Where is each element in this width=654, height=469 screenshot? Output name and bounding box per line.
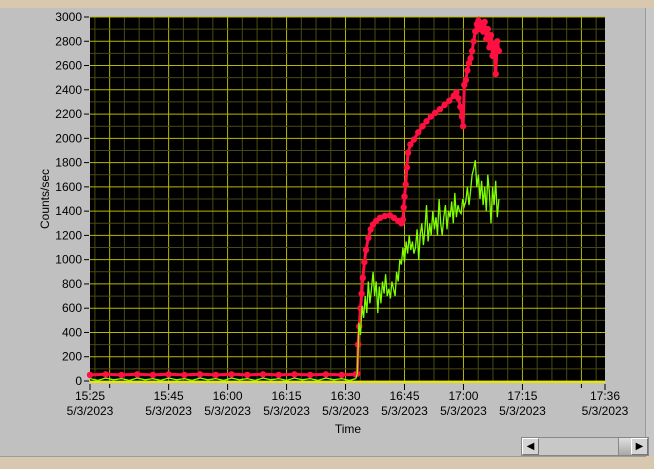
y-tick-label: 1600 xyxy=(55,180,82,194)
y-tick-label: 2800 xyxy=(55,34,82,48)
data-point-red xyxy=(399,216,407,223)
data-point-red xyxy=(446,97,453,104)
x-tick-date: 5/3/2023 xyxy=(582,404,629,418)
data-point-red xyxy=(453,89,460,96)
x-tick-date: 5/3/2023 xyxy=(381,404,428,418)
data-point-red xyxy=(322,371,330,378)
data-point-red xyxy=(484,25,492,33)
x-tick-time: 16:00 xyxy=(213,389,243,403)
data-point-red xyxy=(455,95,462,102)
data-point-red xyxy=(181,371,188,379)
y-tick-label: 2400 xyxy=(55,83,82,97)
x-tick-time: 16:45 xyxy=(389,389,419,403)
y-tick-label: 1400 xyxy=(55,204,82,218)
data-point-red xyxy=(481,18,488,26)
y-tick-label: 200 xyxy=(62,350,82,364)
data-point-red xyxy=(212,371,220,379)
x-axis-label: Time xyxy=(335,422,362,436)
data-point-red xyxy=(196,371,204,378)
data-point-red xyxy=(228,371,235,378)
x-tick-time: 16:30 xyxy=(331,389,361,403)
data-point-red xyxy=(423,118,430,125)
data-point-red xyxy=(359,274,367,282)
arrow-left-icon[interactable]: ◀ xyxy=(522,438,539,455)
data-point-red xyxy=(468,47,476,55)
y-tick-label: 3000 xyxy=(55,10,82,24)
y-tick-label: 600 xyxy=(62,301,82,315)
data-point-red xyxy=(492,70,499,78)
x-tick-time: 16:15 xyxy=(272,389,302,403)
data-point-red xyxy=(306,371,314,379)
data-point-red xyxy=(358,290,365,297)
data-point-red xyxy=(338,371,345,379)
data-point-red xyxy=(361,258,368,266)
x-tick-date: 5/3/2023 xyxy=(204,404,251,418)
data-point-red xyxy=(365,234,372,242)
data-point-red xyxy=(244,371,251,379)
data-point-red xyxy=(118,371,125,379)
y-tick-label: 2600 xyxy=(55,59,82,73)
y-tick-label: 1200 xyxy=(55,228,82,242)
data-point-red xyxy=(400,204,407,211)
data-point-red xyxy=(86,371,94,379)
data-point-red xyxy=(467,55,474,62)
data-point-red xyxy=(470,38,477,45)
data-point-red xyxy=(415,129,422,136)
x-tick-time: 15:45 xyxy=(154,389,184,403)
data-point-red xyxy=(494,38,501,45)
x-tick-date: 5/3/2023 xyxy=(145,404,192,418)
data-point-red xyxy=(102,371,109,378)
x-tick-date: 5/3/2023 xyxy=(440,404,487,418)
data-point-red xyxy=(410,136,418,143)
y-tick-label: 2200 xyxy=(55,107,82,121)
data-point-red xyxy=(165,371,172,378)
data-point-red xyxy=(487,32,495,39)
data-point-red xyxy=(149,371,157,379)
y-tick-label: 1800 xyxy=(55,156,82,170)
x-tick-time: 17:15 xyxy=(507,389,537,403)
data-point-red xyxy=(404,149,412,157)
data-point-red xyxy=(462,76,470,84)
waveform-chart: 0 200 400 600 800 1000 1200 1400 1600 1800 2000 220… xyxy=(38,10,629,436)
data-point-red xyxy=(259,371,267,378)
x-tick-date: 5/3/2023 xyxy=(499,404,546,418)
x-tick-date: 5/3/2023 xyxy=(322,404,369,418)
x-scrollbar[interactable]: ◀ ▶ xyxy=(521,437,649,456)
data-point-red xyxy=(458,113,466,120)
data-point-red xyxy=(489,52,496,60)
data-point-red xyxy=(133,371,141,378)
x-tick-time: 17:00 xyxy=(448,389,478,403)
y-tick-label: 1000 xyxy=(55,253,82,267)
y-tick-label: 0 xyxy=(75,374,82,388)
data-point-red xyxy=(362,246,370,254)
data-point-red xyxy=(457,103,464,110)
data-point-red xyxy=(275,371,282,379)
y-tick-label: 2000 xyxy=(55,131,82,145)
x-tick-date: 5/3/2023 xyxy=(67,404,114,418)
y-tick-label: 800 xyxy=(62,277,82,291)
data-point-red xyxy=(291,371,298,378)
data-point-red xyxy=(459,123,467,130)
x-tick-date: 5/3/2023 xyxy=(263,404,310,418)
arrow-right-icon[interactable]: ▶ xyxy=(631,438,648,455)
data-point-red xyxy=(402,181,409,188)
x-tick-time: 15:25 xyxy=(75,389,105,403)
y-axis-label: Counts/sec xyxy=(38,169,52,229)
x-tick-time: 17:36 xyxy=(590,389,620,403)
data-point-red xyxy=(464,67,471,74)
data-point-red xyxy=(403,164,411,171)
y-tick-label: 400 xyxy=(62,325,82,339)
data-point-red xyxy=(495,47,503,55)
data-point-red xyxy=(401,193,408,200)
